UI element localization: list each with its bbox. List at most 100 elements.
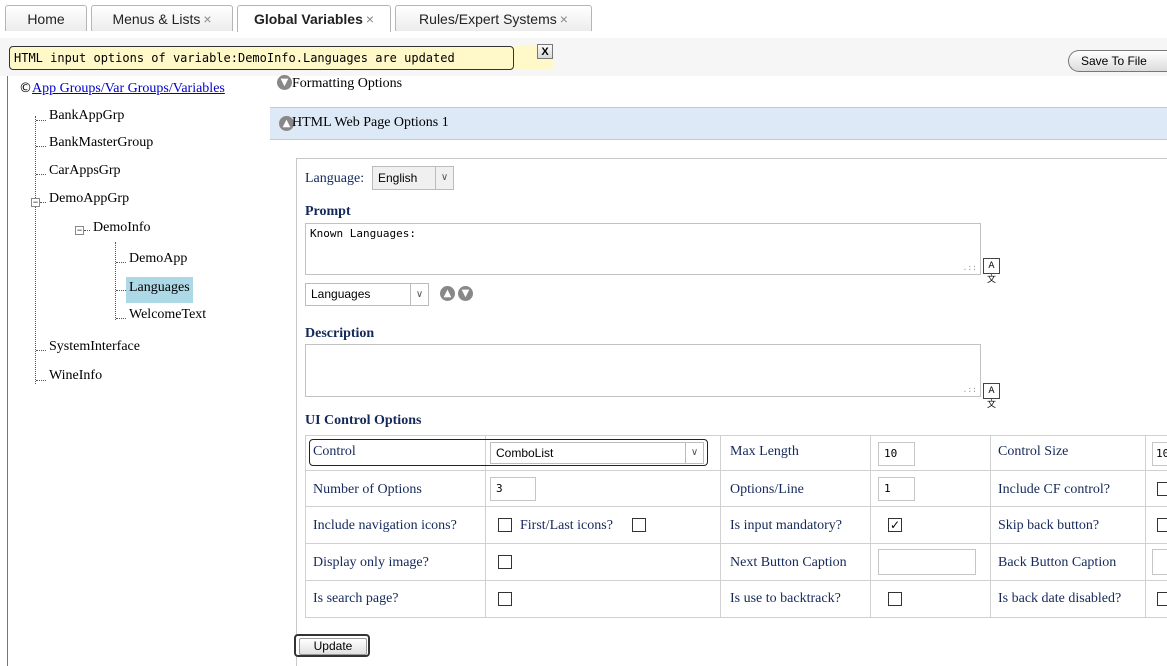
next-button-caption-label: Next Button Caption [730, 555, 847, 570]
translate-icon[interactable]: A文 [983, 258, 1000, 285]
tab-label: Rules/Expert Systems [419, 11, 557, 27]
next-button-caption-input[interactable] [878, 549, 976, 575]
control-select[interactable]: ComboList ∨ [490, 442, 704, 464]
tab-rules-expert-systems[interactable]: Rules/Expert Systems × [395, 5, 592, 31]
input-mandatory-checkbox[interactable]: ✓ [888, 518, 902, 532]
control-size-label: Control Size [998, 444, 1069, 459]
tree-line [36, 380, 46, 381]
tree-item-demoapp[interactable]: DemoApp [129, 251, 187, 267]
display-only-image-label: Display only image? [313, 555, 429, 570]
grid-line [305, 543, 1167, 544]
tree-item-demoinfo[interactable]: DemoInfo [93, 220, 151, 236]
translate-icon[interactable]: A文 [983, 383, 1000, 410]
resize-grip-icon[interactable]: .:: [963, 263, 977, 272]
message-bar: HTML input options of variable:DemoInfo.… [0, 38, 1167, 76]
prompt-text: Known Languages: [310, 227, 416, 240]
tree-item-languages[interactable]: Languages [126, 277, 193, 303]
options-per-line-input[interactable]: 1 [878, 477, 915, 501]
grid-line [305, 506, 1167, 507]
expand-icon[interactable]: ▼ [277, 75, 292, 91]
tree-line [116, 290, 126, 291]
prompt-select-value: Languages [311, 287, 371, 301]
chevron-down-icon: ∨ [435, 167, 453, 189]
tab-menus-lists[interactable]: Menus & Lists × [91, 5, 233, 31]
back-button-caption-input[interactable] [1152, 549, 1167, 575]
close-icon[interactable]: × [203, 11, 211, 27]
chevron-down-icon: ∨ [685, 443, 703, 463]
first-last-icons-checkbox[interactable] [632, 518, 646, 532]
use-to-backtrack-label: Is use to backtrack? [730, 591, 841, 606]
formatting-options-header[interactable]: ▼ Formatting Options [277, 75, 403, 92]
input-mandatory-label: Is input mandatory? [730, 518, 842, 533]
tree-line [36, 174, 46, 175]
grid-line [1145, 435, 1146, 617]
language-value: English [378, 171, 418, 185]
tab-bar: Home Menus & Lists × Global Variables × Ru… [0, 0, 1167, 39]
tree-line [84, 230, 90, 231]
tree-line [36, 350, 46, 351]
move-up-icon[interactable]: ▲ [440, 286, 455, 301]
grid-line [305, 435, 1167, 436]
grid-line [305, 435, 306, 617]
control-size-input[interactable]: 10 [1152, 442, 1167, 466]
max-length-input[interactable]: 10 [878, 442, 915, 466]
prompt-textarea[interactable]: Known Languages: .:: [305, 223, 981, 275]
description-textarea[interactable]: .:: [305, 344, 981, 397]
use-to-backtrack-checkbox[interactable] [888, 592, 902, 606]
tree-item-bankmastergroup[interactable]: BankMasterGroup [49, 135, 153, 151]
include-nav-icons-checkbox[interactable] [498, 518, 512, 532]
search-page-checkbox[interactable] [498, 592, 512, 606]
prompt-variable-select[interactable]: Languages ∨ [305, 283, 429, 306]
skip-back-button-checkbox[interactable] [1157, 518, 1167, 532]
description-label: Description [305, 326, 375, 341]
tree-item-demoappgrp[interactable]: DemoAppGrp [49, 191, 129, 207]
control-value: ComboList [496, 446, 554, 460]
tree-item-systeminterface[interactable]: SystemInterface [49, 339, 140, 355]
tree-line [115, 242, 116, 320]
message-close-button[interactable]: X [537, 44, 553, 59]
language-select[interactable]: English ∨ [372, 166, 454, 190]
include-cf-checkbox[interactable] [1157, 482, 1167, 496]
tree-item-carappsgrp[interactable]: CarAppsGrp [49, 163, 121, 179]
chevron-down-icon: ∨ [410, 284, 428, 305]
grid-line [990, 435, 991, 617]
back-button-caption-label: Back Button Caption [998, 555, 1117, 570]
tree-line [40, 202, 46, 203]
tree-item-wineinfo[interactable]: WineInfo [49, 368, 102, 384]
language-label: Language: [305, 171, 365, 186]
grid-line [870, 435, 871, 617]
html-options-header[interactable]: ▲ HTML Web Page Options 1 [270, 107, 1167, 140]
tree-line [36, 120, 46, 121]
control-label: Control [313, 444, 356, 459]
display-only-image-checkbox[interactable] [498, 555, 512, 569]
tab-label: Global Variables [253, 11, 363, 27]
save-to-file-button[interactable]: Save To File [1068, 50, 1167, 72]
back-date-disabled-label: Is back date disabled? [998, 591, 1122, 606]
number-of-options-input[interactable]: 3 [490, 477, 536, 501]
tree-item-bankappgrp[interactable]: BankAppGrp [49, 108, 124, 124]
include-nav-icons-label: Include navigation icons? [313, 518, 457, 533]
tree-line [116, 318, 126, 319]
options-per-line-label: Options/Line [730, 482, 804, 497]
tree-line [36, 146, 46, 147]
update-button[interactable]: Update [299, 638, 367, 655]
left-border [7, 76, 8, 666]
tree-root-link[interactable]: App Groups/Var Groups/Variables [32, 81, 225, 96]
collapse-icon[interactable]: − [31, 198, 40, 207]
back-date-disabled-checkbox[interactable] [1157, 592, 1167, 606]
max-length-label: Max Length [730, 444, 799, 459]
tree-root: ©App Groups/Var Groups/Variables [19, 81, 225, 97]
close-icon[interactable]: × [560, 11, 568, 27]
grid-line [305, 580, 1167, 581]
search-page-label: Is search page? [313, 591, 399, 606]
tree-item-welcometext[interactable]: WelcomeText [129, 307, 206, 323]
tab-home[interactable]: Home [5, 5, 87, 31]
html-options-label: HTML Web Page Options 1 [292, 115, 449, 130]
close-icon[interactable]: × [366, 11, 374, 27]
tab-global-variables[interactable]: Global Variables × [237, 5, 391, 32]
move-down-icon[interactable]: ▼ [458, 286, 473, 301]
formatting-options-label: Formatting Options [292, 76, 403, 91]
resize-grip-icon[interactable]: .:: [963, 385, 977, 394]
status-message: HTML input options of variable:DemoInfo.… [9, 46, 514, 70]
collapse-icon[interactable]: − [75, 226, 84, 235]
